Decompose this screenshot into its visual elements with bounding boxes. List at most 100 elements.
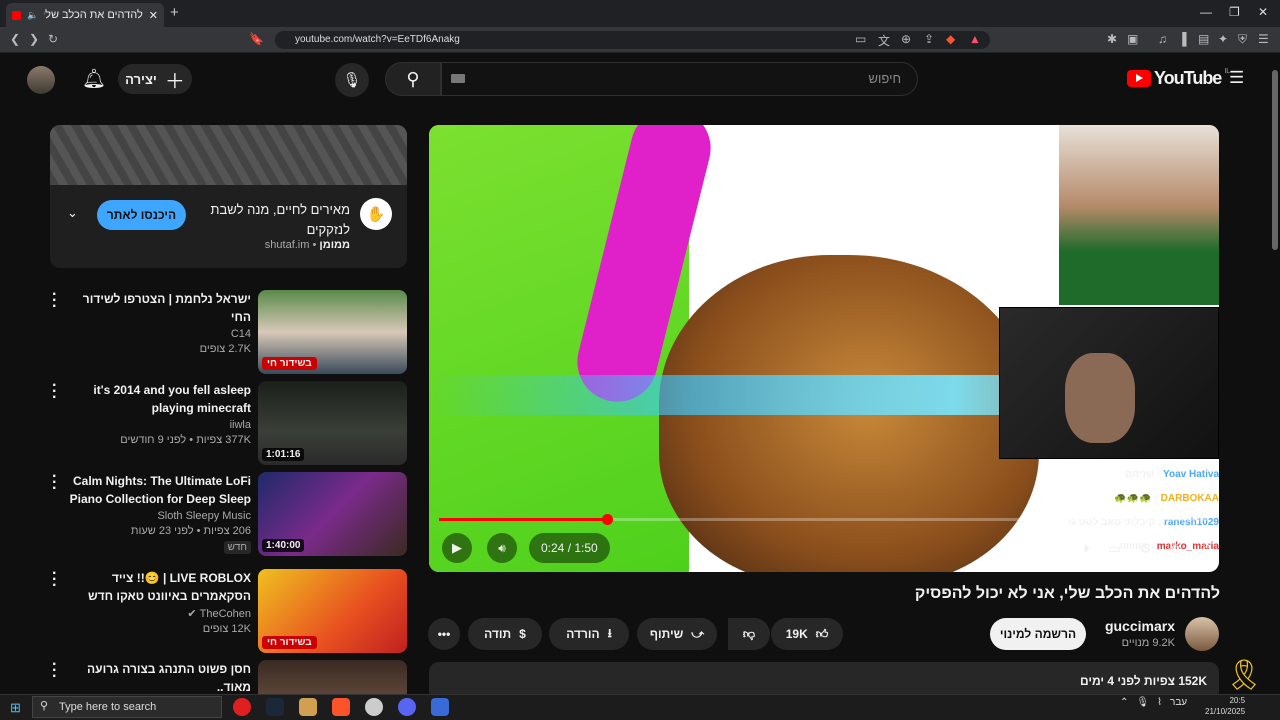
scrollbar-thumb[interactable] xyxy=(1272,70,1278,250)
more-options-icon[interactable]: · · · xyxy=(52,566,57,594)
seek-bar[interactable] xyxy=(439,518,1209,521)
new-tab-button[interactable]: + xyxy=(170,4,179,21)
related-thumbnail[interactable] xyxy=(258,660,407,694)
ai-icon[interactable]: ✦ xyxy=(1218,32,1228,46)
close-tab-icon[interactable]: ✕ xyxy=(149,9,158,22)
media-icon[interactable]: ♫ xyxy=(1158,32,1167,46)
miniplayer-icon[interactable]: ⧉ xyxy=(1170,540,1180,557)
share-page-icon[interactable]: ⇪ xyxy=(924,32,934,46)
like-button[interactable]: 19K 👍︎ xyxy=(771,618,843,650)
zoom-icon[interactable]: ⊕ xyxy=(901,32,911,46)
tray-mic-icon[interactable]: 🎙︎ xyxy=(1136,697,1149,708)
notifications-bell-icon[interactable]: 🔔︎ xyxy=(82,67,106,91)
minimize-button[interactable]: — xyxy=(1200,5,1212,19)
related-title[interactable]: ישראל נלחמת | הצטרפו לשידור החי xyxy=(68,290,251,326)
related-title[interactable]: LIVE ROBLOX | 😊!! צייד הסקאמרים באיוונט … xyxy=(68,569,251,605)
wallet-icon[interactable]: ▤ xyxy=(1198,32,1209,46)
file-explorer-icon[interactable] xyxy=(299,698,317,716)
voice-search-button[interactable]: 🎙︎ xyxy=(335,63,369,97)
related-channel[interactable]: TheCohen ✔ xyxy=(68,607,251,620)
sidebar-icon[interactable]: ▣ xyxy=(1127,32,1138,46)
channel-avatar[interactable] xyxy=(1185,617,1219,651)
maximize-button[interactable]: ❐ xyxy=(1229,5,1240,19)
play-button[interactable]: ▶ xyxy=(442,533,472,563)
sponsored-ad-card[interactable]: ✋ מאירים לחיים, מנה לשבת לנזקקים ממומן •… xyxy=(50,125,407,268)
taskbar-app-icon[interactable] xyxy=(233,698,251,716)
related-title[interactable]: it's 2014 and you fell asleep playing mi… xyxy=(68,381,251,417)
yellow-ribbon-icon: 🎗 xyxy=(1225,659,1264,692)
network-icon[interactable]: ⌇ xyxy=(1157,697,1162,708)
taskbar-search-input[interactable]: Type here to search xyxy=(32,696,222,718)
volume-button[interactable]: 🔊︎ xyxy=(487,533,517,563)
fullscreen-icon[interactable]: ⤢ xyxy=(1198,540,1209,557)
bookmark-icon[interactable]: 🔖 xyxy=(249,32,264,46)
taskbar-app-icon[interactable] xyxy=(431,698,449,716)
forward-icon[interactable]: ❯ xyxy=(29,32,39,46)
chevron-down-icon[interactable]: ⌄ xyxy=(67,205,78,221)
search-input[interactable]: חיפוש xyxy=(441,62,918,96)
autoplay-toggle[interactable]: ⏵ xyxy=(1083,540,1090,557)
brave-browser-icon[interactable] xyxy=(332,698,350,716)
more-options-icon[interactable]: · · · xyxy=(52,287,57,315)
search-button[interactable]: ⚲ xyxy=(385,62,441,96)
tray-chevron-icon[interactable]: ⌃ xyxy=(1120,697,1128,708)
ad-visit-button[interactable]: היכנסו לאתר xyxy=(97,200,186,230)
close-window-button[interactable]: ✕ xyxy=(1258,5,1268,19)
translate-icon[interactable]: 文 xyxy=(878,32,890,49)
discord-icon[interactable] xyxy=(398,698,416,716)
cast-icon[interactable]: ▭ xyxy=(855,32,866,46)
related-thumbnail[interactable]: 1:01:16 xyxy=(258,381,407,465)
related-thumbnail[interactable]: 1:40:00 xyxy=(258,472,407,556)
related-video[interactable]: · · · LIVE ROBLOX | 😊!! צייד הסקאמרים באיו… xyxy=(50,566,407,654)
seek-handle[interactable] xyxy=(601,514,613,525)
subscribe-button[interactable]: הרשמה למינוי xyxy=(990,618,1086,650)
more-options-icon[interactable]: · · · xyxy=(52,378,57,406)
share-icon: ⤻ xyxy=(691,626,705,641)
browser-menu-icon[interactable]: ☰ xyxy=(1258,32,1269,46)
language-indicator[interactable]: עבר xyxy=(1170,697,1187,708)
related-video[interactable]: · · · it's 2014 and you fell asleep playin… xyxy=(50,378,407,466)
reload-icon[interactable]: ↻ xyxy=(48,32,58,46)
ad-title[interactable]: מאירים לחיים, מנה לשבת לנזקקים xyxy=(195,200,350,240)
steam-icon[interactable] xyxy=(266,698,284,716)
reader-icon[interactable]: ▐ xyxy=(1178,32,1187,46)
brave-rewards-icon[interactable]: ▲ xyxy=(969,32,981,46)
related-channel[interactable]: C14 xyxy=(68,328,251,340)
keyboard-icon[interactable] xyxy=(451,74,465,83)
speaker-icon[interactable]: 🔈 xyxy=(27,10,38,21)
brave-shield-icon[interactable]: ◆ xyxy=(946,32,955,46)
taskbar-app-icon[interactable] xyxy=(365,698,383,716)
related-title[interactable]: Calm Nights: The Ultimate LoFi Piano Col… xyxy=(68,472,251,508)
clock-time: 20:5 xyxy=(1229,696,1246,705)
dislike-button[interactable]: 👎︎ xyxy=(728,618,770,650)
thanks-button[interactable]: תודה $ xyxy=(468,618,542,650)
extensions-icon[interactable]: ✱ xyxy=(1107,32,1117,46)
download-button[interactable]: הורדה ⭳ xyxy=(549,618,629,650)
related-video[interactable]: · · · Calm Nights: The Ultimate LoFi Piano… xyxy=(50,469,407,557)
more-horizontal-icon: ••• xyxy=(437,627,451,641)
related-thumbnail[interactable]: בשידור חי xyxy=(258,290,407,374)
settings-gear-icon[interactable]: ⚙ xyxy=(1139,540,1152,557)
account-avatar[interactable] xyxy=(27,66,55,94)
youtube-logo[interactable]: YouTube IL xyxy=(1127,68,1230,89)
create-button[interactable]: יצירה ＋ xyxy=(118,64,192,94)
share-button[interactable]: שיתוף ⤻ xyxy=(637,618,717,650)
back-icon[interactable]: ❮ xyxy=(10,32,20,46)
video-player[interactable]: Yoav Hativa : שניהם DARBOKAA : 🐢🐢🐢 ranes… xyxy=(429,125,1219,572)
related-video[interactable]: · · · ישראל נלחמת | הצטרפו לשידור החי C14 … xyxy=(50,287,407,375)
related-channel[interactable]: iiwla xyxy=(68,419,251,431)
vpn-icon[interactable]: ⛨ xyxy=(1238,32,1247,47)
guide-menu-icon[interactable]: ☰ xyxy=(1229,68,1244,88)
subtitles-icon[interactable]: ▭ xyxy=(1108,540,1121,557)
more-options-icon[interactable]: · · · xyxy=(52,469,57,497)
related-video[interactable]: · · · חסן פשוט התנהג בצורה גרועה מאוד.. xyxy=(50,660,407,694)
taskbar-clock[interactable]: 20:5 21/10/2025 xyxy=(1205,695,1245,717)
browser-tab[interactable]: 🔈 להדהים את הכלב שלי, אני לא ✕ xyxy=(6,3,164,27)
more-options-icon[interactable]: · · · xyxy=(52,660,57,685)
windows-start-icon[interactable]: ⊞ xyxy=(10,700,21,716)
more-actions-button[interactable]: ••• xyxy=(428,618,460,650)
channel-name[interactable]: guccimarx xyxy=(1095,618,1175,634)
related-channel[interactable]: Sloth Sleepy Music xyxy=(68,510,251,522)
related-thumbnail[interactable]: בשידור חי xyxy=(258,569,407,653)
related-title[interactable]: חסן פשוט התנהג בצורה גרועה מאוד.. xyxy=(68,660,251,694)
